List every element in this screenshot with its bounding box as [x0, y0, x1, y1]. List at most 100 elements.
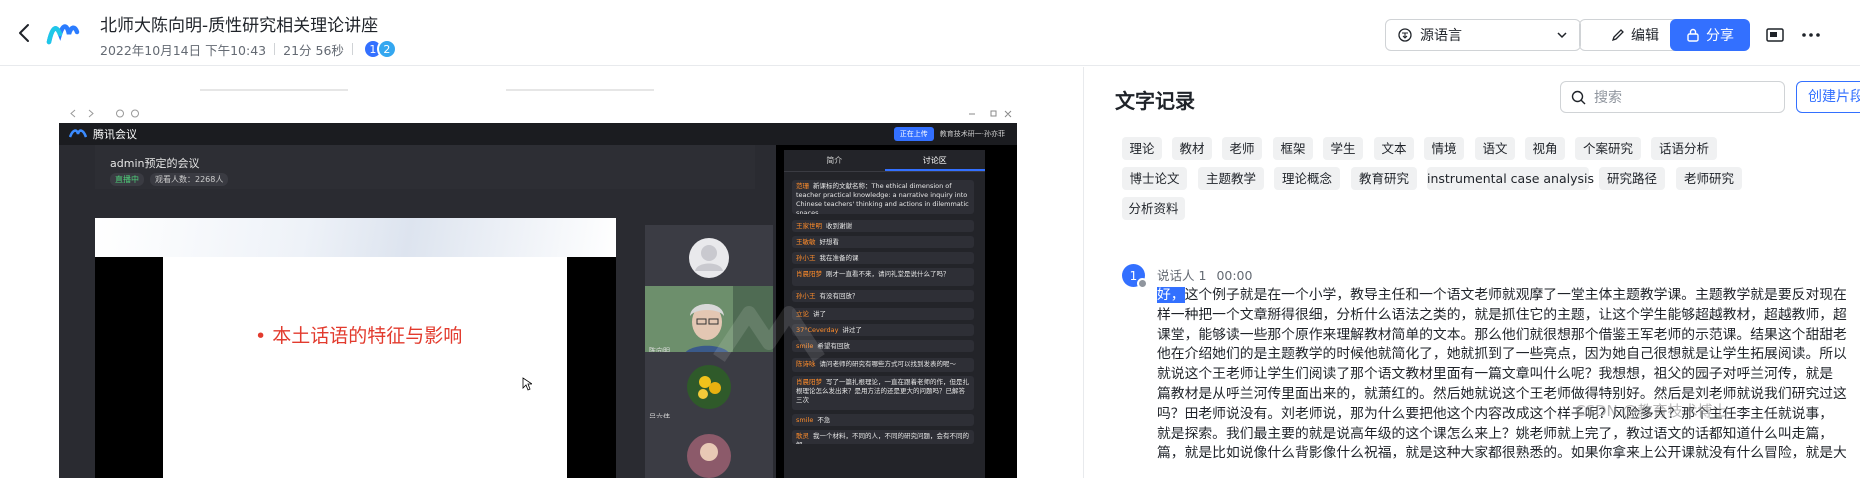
upload-status: 正在上传: [893, 127, 934, 141]
share-button[interactable]: 分享: [1670, 19, 1750, 51]
search-placeholder: 搜索: [1594, 90, 1622, 106]
keyword-tag[interactable]: 理论: [1122, 137, 1162, 160]
language-select-label: 源语言: [1420, 28, 1462, 44]
app-logo-icon: [46, 24, 80, 45]
avatar[interactable]: 2: [376, 39, 397, 59]
chat-message: 肖晨阳梦 写了一篇扎根理论，一直在跟着老师的作，但是扎根理论怎么发出来？是用方法的…: [792, 376, 974, 410]
presentation-slide: • 本土话语的特征与影响: [95, 218, 616, 478]
keyword-tag[interactable]: instrumental case analysis: [1427, 167, 1594, 190]
tab-intro[interactable]: 简介: [784, 150, 885, 171]
tab-discussion[interactable]: 讨论区: [884, 150, 985, 171]
keyword-tag[interactable]: 研究路径: [1599, 167, 1665, 190]
page-title: 北师大陈向明-质性研究相关理论讲座: [100, 16, 379, 36]
chat-message: 王敏敏 好想看: [792, 236, 974, 248]
mouse-cursor-icon: [522, 377, 532, 391]
viewer-count: 观看人数：2268人: [150, 173, 229, 186]
chat-text: 讲过了: [842, 326, 862, 334]
meeting-duration: 21分 56秒: [283, 42, 344, 58]
chat-sender: 王家世明: [796, 222, 822, 230]
speaker-name[interactable]: 说话人 1: [1157, 268, 1206, 283]
slide-letterbox: [95, 257, 163, 478]
chat-message: smile 不急: [792, 414, 974, 426]
participant-tile[interactable]: [645, 418, 773, 478]
chat-message: 肖晨阳梦 刚才一直看不来，请问礼堂是说什么了吗？: [792, 268, 974, 286]
chat-text: 不急: [817, 416, 831, 424]
live-badge: 直播中: [110, 173, 144, 186]
slide-letterbox: [567, 257, 616, 478]
transcript-panel: 文字记录 搜索 创建片段 理论 教材 老师 框架 学生 文本 情境 语文 视角 …: [1085, 67, 1860, 478]
meeting-app-bar: 腾讯会议 正在上传 教育技术研一·孙亦菲: [59, 123, 1017, 145]
create-clip-button[interactable]: 创建片段: [1796, 81, 1860, 113]
keyword-tag[interactable]: 视角: [1525, 137, 1565, 160]
divider: [274, 43, 276, 55]
video-panel: 腾讯会议 正在上传 教育技术研一·孙亦菲 admin预定的会议 直播中 观看人数…: [0, 67, 1084, 478]
meeting-user: 教育技术研一·孙亦菲: [939, 130, 1005, 138]
language-select[interactable]: 源语言: [1385, 19, 1581, 51]
chat-tabs: 简介 讨论区: [784, 150, 985, 172]
transcript-line: 就是探索。我们最主要的就是说高年级的这个课怎么来上？姚老师就上完了，教过语文的话…: [1157, 425, 1834, 442]
header-bar: 北师大陈向明-质性研究相关理论讲座 2022年10月14日 下午10:43 21…: [0, 0, 1860, 66]
transcript-line: 篇，就是比如说像什么背影像什么祝福，就是这种大家都很熟悉的。如果你拿来上公开课就…: [1157, 445, 1847, 462]
chat-text: 收到谢谢: [826, 222, 852, 230]
chat-sender: 歌灵: [796, 432, 809, 440]
chat-text: 我在准备的课: [819, 254, 859, 262]
chat-message: 孙小王 我在准备的课: [792, 252, 974, 264]
slide-banner: [95, 218, 616, 257]
keyword-tag[interactable]: 老师: [1222, 137, 1262, 160]
edit-button-label: 编辑: [1631, 28, 1659, 44]
back-arrow-icon[interactable]: [14, 22, 36, 44]
browser-bar: [59, 104, 1017, 123]
participant-avatars[interactable]: 1 2: [362, 39, 397, 59]
keyword-tag[interactable]: 分析资料: [1122, 197, 1185, 220]
speaker-timestamp[interactable]: 00:00: [1216, 268, 1252, 283]
chat-text: 好想看: [819, 238, 840, 246]
divider: [351, 43, 353, 55]
chat-text: 请问老师的研究有哪些方式可以找到发表的呢～: [819, 360, 957, 368]
transcript-line: 好，这个例子就是在一个小学，教导主任和一个语文老师就观摩了一堂主体主题教学课。主…: [1157, 286, 1860, 306]
video-player[interactable]: 腾讯会议 正在上传 教育技术研一·孙亦菲 admin预定的会议 直播中 观看人数…: [59, 123, 1017, 478]
keyword-tag[interactable]: 理论概念: [1274, 167, 1340, 190]
chat-sender: 王敏敏: [796, 238, 816, 246]
chat-message: 范珊 新课标的文献名称：The ethical dimension of teac…: [792, 180, 974, 214]
search-icon: [1571, 90, 1586, 104]
keyword-tag[interactable]: 文本: [1374, 137, 1414, 160]
keyword-tag[interactable]: 框架: [1273, 137, 1313, 160]
transcript-line: 课堂，能够读一些那个原作来理解教材简单的文本。那么他们就很想那个借鉴王军老师的示…: [1157, 326, 1847, 343]
divider: [506, 89, 654, 91]
keyword-tag[interactable]: 话语分析: [1651, 137, 1717, 160]
picture-in-picture-icon[interactable]: [1764, 24, 1786, 46]
keyword-tag[interactable]: 情境: [1424, 137, 1464, 160]
keyword-tag[interactable]: 老师研究: [1676, 167, 1742, 190]
chevron-down-icon: [1557, 32, 1567, 39]
keyword-tag[interactable]: 教育研究: [1351, 167, 1417, 190]
keyword-tag[interactable]: 学生: [1323, 137, 1363, 160]
keyword-tag[interactable]: 教材: [1172, 137, 1212, 160]
meeting-info: admin预定的会议 直播中 观看人数：2268人: [95, 145, 755, 189]
speaker-edit-badge[interactable]: [1137, 278, 1148, 289]
chat-text: 刚才一直看不来，请问礼堂是说什么了吗？: [826, 270, 950, 278]
transcript-line: 他在介绍她们的是主题教学的时候他就简化了，她就抓到了一些亮点，因为她自己很想就是…: [1157, 346, 1847, 363]
keyword-tag[interactable]: 主题教学: [1198, 167, 1264, 190]
chat-sender: 肖晨阳梦: [796, 270, 822, 278]
watermark-logo-icon: [713, 306, 825, 362]
transcript-line: 就说这个王老师让学生们阅读了那个语文教材里面有一篇文章叫什么呢？我想想，祖父的园…: [1157, 366, 1834, 383]
highlighted-word: 好，: [1157, 287, 1185, 303]
slide-heading: • 本土话语的特征与影响: [255, 325, 463, 347]
keyword-tag[interactable]: 博士论文: [1122, 167, 1187, 190]
meeting-app-name: 腾讯会议: [93, 128, 137, 141]
keyword-tag[interactable]: 个案研究: [1575, 137, 1641, 160]
portrait-avatar-icon: [645, 418, 773, 478]
transcript-text[interactable]: 好，这个例子就是在一个小学，教导主任和一个语文老师就观摩了一堂主体主题教学课。主…: [1157, 286, 1860, 464]
translate-icon: [1398, 28, 1412, 42]
meeting-date: 2022年10月14日 下午10:43: [100, 42, 267, 58]
chat-text: 我一个材料，不同的人，不同的研究问题，会有不同的解: [796, 432, 969, 444]
transcript-title: 文字记录: [1115, 89, 1195, 113]
speaker-label: 说话人 1 00:00: [1157, 265, 1252, 284]
search-input[interactable]: 搜索: [1560, 81, 1785, 113]
chat-sender: 孙小王: [796, 254, 816, 262]
more-icon[interactable]: [1800, 24, 1822, 46]
divider: [200, 89, 348, 91]
chat-sender: smile: [796, 416, 814, 424]
keyword-tag[interactable]: 语文: [1475, 137, 1515, 160]
transcript-line: 篇教材是从呼兰河传里面出来的，就萧红的。然后她就说这个王老师做得特别好。然后是刘…: [1157, 385, 1847, 402]
